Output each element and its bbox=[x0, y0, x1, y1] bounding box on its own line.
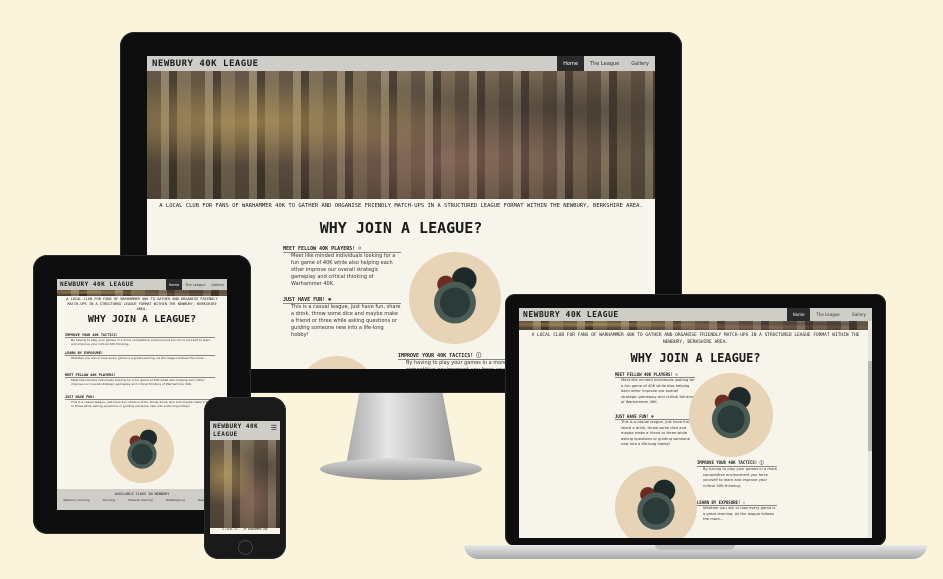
laptop-notch bbox=[655, 545, 735, 550]
tablet-section-tactics-text: By having to play your games in a more c… bbox=[71, 338, 211, 346]
laptop-section-meet: MEET FELLOW 40K PLAYERS! ☺ Meet like min… bbox=[615, 372, 695, 406]
tablet-screen: NEWBURY 40K LEAGUE Home The League Galle… bbox=[57, 279, 227, 510]
tablet-section-tactics: IMPROVE YOUR 40K TACTICS! By having to p… bbox=[65, 333, 215, 346]
hero-image bbox=[147, 71, 655, 199]
section-meet: MEET FELLOW 40K PLAYERS! ☺ Meet like min… bbox=[283, 246, 401, 288]
why-join-heading: WHY JOIN A LEAGUE? bbox=[319, 219, 483, 237]
tablet-section-exposure: LEARN BY EXPOSURE! Whether you win or lo… bbox=[65, 351, 215, 360]
phone-hero-caption: A LOCAL CL... OF WARHAMMER 40K bbox=[222, 528, 268, 531]
hamburger-menu-icon[interactable]: ☰ bbox=[271, 424, 277, 432]
tablet-miniature-photo bbox=[110, 419, 174, 483]
miniature-photo-1 bbox=[409, 252, 501, 344]
laptop-section-tactics-text: By having to play your games in a more c… bbox=[703, 467, 777, 488]
section-fun: JUST HAVE FUN! ☻ This is a casual league… bbox=[283, 297, 401, 339]
tablet-section-meet-text: Meet like minded individuals looking for… bbox=[71, 378, 205, 386]
laptop-section-fun-text: This is a casual league, just have fun, … bbox=[621, 420, 691, 446]
laptop-nav-home[interactable]: Home bbox=[786, 308, 811, 321]
phone-screen: NEWBURY 40K LEAGUE ☰ A LOCAL CL... OF WA… bbox=[210, 421, 280, 534]
laptop-section-meet-title: MEET FELLOW 40K PLAYERS! bbox=[615, 372, 673, 377]
tablet-section-exposure-text: Whether you win or lose every game is a … bbox=[71, 356, 206, 360]
phone-navbar: NEWBURY 40K LEAGUE ☰ bbox=[210, 421, 280, 440]
laptop-scrollbar-thumb[interactable] bbox=[868, 361, 872, 451]
laptop-section-tactics: IMPROVE YOUR 40K TACTICS! ⓘ By having to… bbox=[697, 460, 777, 489]
nav-the-league[interactable]: The League bbox=[584, 56, 625, 71]
tablet-heading: WHY JOIN A LEAGUE? bbox=[87, 314, 197, 325]
info-icon: ⓘ bbox=[476, 353, 482, 359]
laptop-nav-gallery[interactable]: Gallery bbox=[846, 308, 872, 321]
laptop-hero-image bbox=[519, 321, 872, 330]
tablet-hero-image bbox=[57, 290, 227, 296]
tablet-tagline: A LOCAL CLUB FOR FANS OF WARHAMMER 40K T… bbox=[66, 297, 218, 311]
tablet-nav-league[interactable]: The League bbox=[182, 279, 208, 290]
info-icon: ⓘ bbox=[759, 460, 764, 465]
laptop-scrollbar[interactable] bbox=[868, 321, 872, 538]
site-brand[interactable]: NEWBURY 40K LEAGUE bbox=[147, 59, 259, 69]
laptop-screen: NEWBURY 40K LEAGUE Home The League Galle… bbox=[519, 308, 872, 538]
tablet-nav-home[interactable]: Home bbox=[165, 279, 183, 290]
miniature-photo-2 bbox=[297, 356, 377, 369]
laptop-section-exposure-text: Whether you win or lose every game is a … bbox=[703, 506, 776, 521]
tablet-footer-item[interactable]: Thinking bbox=[102, 498, 115, 502]
tablet-footer-items: Newbury Gaming Thinking Wizards Gaming T… bbox=[57, 498, 227, 502]
laptop-section-meet-text: Meet like minded individuals looking for… bbox=[621, 378, 695, 404]
section-fun-title: JUST HAVE FUN! bbox=[283, 297, 326, 303]
laptop-nav-league[interactable]: The League bbox=[810, 308, 845, 321]
laptop-section-exposure: LEARN BY EXPOSURE! ✌ Whether you win or … bbox=[697, 500, 777, 523]
laptop-brand[interactable]: NEWBURY 40K LEAGUE bbox=[519, 310, 619, 319]
laptop-miniature-photo-1 bbox=[689, 373, 773, 457]
tagline: A LOCAL CLUB FOR FANS OF WARHAMMER 40K T… bbox=[159, 203, 643, 209]
section-meet-title: MEET FELLOW 40K PLAYERS! bbox=[283, 246, 356, 252]
tablet-footer-item[interactable]: Tabletopping bbox=[166, 498, 185, 502]
section-fun-text: This is a casual league, just have fun, … bbox=[291, 304, 401, 338]
laptop-heading: WHY JOIN A LEAGUE? bbox=[630, 351, 761, 365]
tablet-section-meet: MEET FELLOW 40K PLAYERS! Meet like minde… bbox=[65, 373, 215, 386]
tablet-nav-gallery[interactable]: Gallery bbox=[209, 279, 227, 290]
section-tactics-title: IMPROVE YOUR 40K TACTICS! bbox=[398, 353, 474, 359]
section-meet-text: Meet like minded individuals looking for… bbox=[291, 253, 396, 287]
tablet-footer-title: AVAILABLE CLASS IN NEWBURY bbox=[114, 492, 170, 496]
laptop-section-fun-title: JUST HAVE FUN! bbox=[615, 414, 649, 419]
phone-brand[interactable]: NEWBURY 40K LEAGUE bbox=[210, 421, 258, 439]
tablet-section-fun-text: This is a casual league, just have fun, … bbox=[71, 400, 215, 408]
laptop-section-exposure-title: LEARN BY EXPOSURE! bbox=[697, 500, 741, 505]
laptop-lid: NEWBURY 40K LEAGUE Home The League Galle… bbox=[505, 294, 886, 546]
laptop-navbar: NEWBURY 40K LEAGUE Home The League Galle… bbox=[519, 308, 872, 321]
tablet-navbar: NEWBURY 40K LEAGUE Home The League Galle… bbox=[57, 279, 227, 290]
phone-hero-image bbox=[210, 440, 280, 528]
laptop-section-tactics-title: IMPROVE YOUR 40K TACTICS! bbox=[697, 460, 758, 465]
laptop-section-fun: JUST HAVE FUN! ☻ This is a casual league… bbox=[615, 414, 695, 448]
smile-icon: ☻ bbox=[328, 297, 332, 303]
nav-links: Home The League Gallery bbox=[557, 56, 655, 71]
laptop-miniature-photo-2 bbox=[615, 466, 697, 538]
thumbs-up-icon: ✌ bbox=[742, 500, 746, 505]
phone-device: NEWBURY 40K LEAGUE ☰ A LOCAL CL... OF WA… bbox=[204, 397, 286, 559]
smile-icon: ☻ bbox=[651, 414, 654, 419]
monitor-base bbox=[320, 458, 482, 480]
nav-home[interactable]: Home bbox=[557, 56, 585, 71]
phone-home-button[interactable] bbox=[238, 540, 253, 555]
people-icon: ☺ bbox=[358, 246, 362, 252]
tablet-section-fun: JUST HAVE FUN! This is a casual league, … bbox=[65, 395, 215, 408]
tablet-brand[interactable]: NEWBURY 40K LEAGUE bbox=[57, 281, 134, 288]
tablet-footer: AVAILABLE CLASS IN NEWBURY Newbury Gamin… bbox=[57, 489, 227, 510]
people-icon: ☺ bbox=[675, 372, 678, 377]
laptop-tagline: A LOCAL CLUB FOR FANS OF WARHAMMER 40K T… bbox=[531, 333, 860, 345]
tablet-footer-item[interactable]: Newbury Gaming bbox=[63, 498, 89, 502]
tablet-footer-item[interactable]: Wizards Gaming bbox=[128, 498, 152, 502]
nav-gallery[interactable]: Gallery bbox=[625, 56, 655, 71]
monitor-neck bbox=[346, 393, 456, 463]
section-tactics: IMPROVE YOUR 40K TACTICS! ⓘ By having to… bbox=[398, 352, 516, 369]
section-tactics-text: By having to play your games in a more c… bbox=[406, 360, 516, 369]
desktop-navbar: NEWBURY 40K LEAGUE Home The League Galle… bbox=[147, 56, 655, 71]
